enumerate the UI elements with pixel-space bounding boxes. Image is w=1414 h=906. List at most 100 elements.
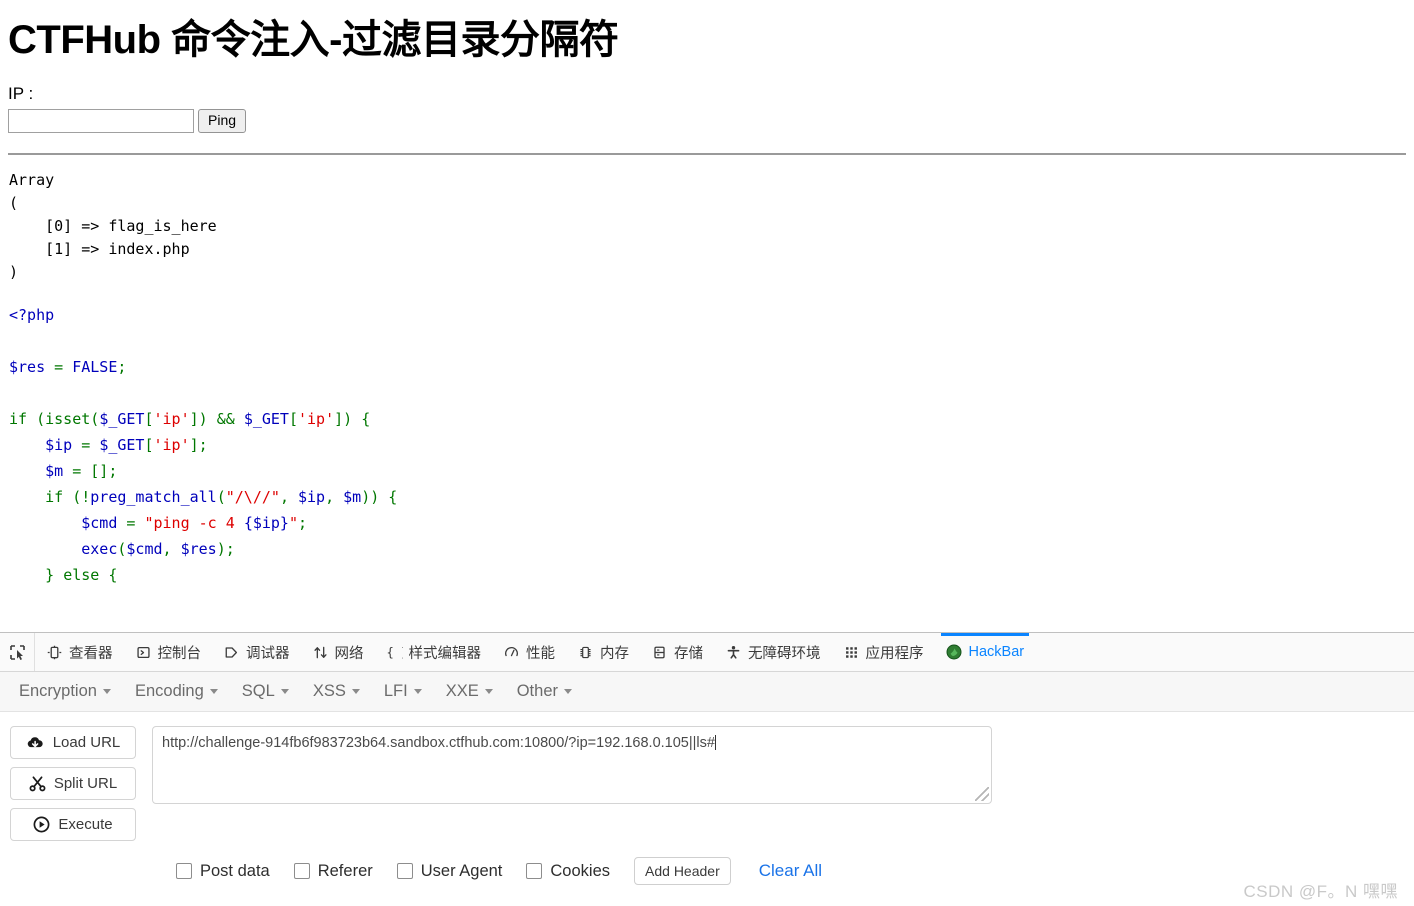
devtools-tab-label: 应用程序 xyxy=(865,645,924,662)
devtools-tab-inspector[interactable]: 查看器 xyxy=(35,633,124,671)
hackbar-icon xyxy=(946,644,963,661)
code-token: = xyxy=(72,436,100,454)
code-token: else xyxy=(63,566,100,584)
hackbar-menu-label: Other xyxy=(516,682,558,700)
code-token: {$ip} xyxy=(243,514,289,532)
devtools-tab-console[interactable]: 控制台 xyxy=(124,633,213,671)
code-token: $m xyxy=(343,488,362,506)
devtools-tab-performance[interactable]: 性能 xyxy=(492,633,566,671)
devtools-tab-label: HackBar xyxy=(968,644,1025,660)
code-token: ( xyxy=(216,488,226,506)
play-circle-icon xyxy=(33,816,50,833)
code-token: if xyxy=(9,410,37,428)
debugger-icon xyxy=(223,644,240,661)
code-token: $_GET xyxy=(99,410,145,428)
url-textarea[interactable]: http://challenge-914fb6f983723b64.sandbo… xyxy=(152,726,992,804)
chevron-down-icon xyxy=(351,689,360,694)
svg-text:{ }: { } xyxy=(386,645,402,659)
element-picker-icon xyxy=(9,644,25,660)
web-page-content: CTFHub 命令注入-过滤目录分隔符 IP : Ping Array ( [0… xyxy=(0,18,1414,588)
devtools-tab-accessibility[interactable]: 无障碍环境 xyxy=(714,633,832,671)
accessibility-icon xyxy=(725,644,742,661)
code-token: 'ip' xyxy=(153,410,190,428)
devtools-tab-storage[interactable]: 存储 xyxy=(640,633,714,671)
hackbar-menu-encryption[interactable]: Encryption xyxy=(8,678,122,705)
code-token: ; xyxy=(298,514,308,532)
checkbox-post-data[interactable]: Post data xyxy=(176,862,270,881)
hackbar-options-row: Post data Referer User Agent Cookies Add Hea… xyxy=(176,857,1414,885)
devtools-tab-style-editor[interactable]: { } 样式编辑器 xyxy=(375,633,493,671)
devtools-tab-label: 样式编辑器 xyxy=(408,645,482,662)
checkbox-referer[interactable]: Referer xyxy=(293,862,373,881)
code-token: = []; xyxy=(63,462,118,480)
hackbar-action-buttons: Load URL Split URL Execute xyxy=(10,726,136,841)
url-text: http://challenge-914fb6f983723b64.sandbo… xyxy=(162,735,715,751)
checkbox-box[interactable] xyxy=(176,863,192,879)
chevron-down-icon xyxy=(209,689,218,694)
console-icon xyxy=(135,644,152,661)
devtools-tab-label: 存储 xyxy=(674,645,703,662)
code-token: [ xyxy=(144,410,154,428)
execute-button[interactable]: Execute xyxy=(10,808,136,841)
network-icon xyxy=(312,644,329,661)
ip-input[interactable] xyxy=(8,109,194,133)
devtools-tabbar: 查看器 控制台 调试器 网络 { } 样式编辑器 性能 内存 存储 无障碍环境 应用程序 HackBa… xyxy=(0,633,1414,672)
devtools-tab-debugger[interactable]: 调试器 xyxy=(212,633,301,671)
hackbar-panel: Encryption Encoding SQL XSS LFI XXE Other Load… xyxy=(0,672,1414,885)
performance-icon xyxy=(503,644,520,661)
code-token: " xyxy=(288,514,298,532)
code-token: $cmd xyxy=(81,514,118,532)
hackbar-menu-xxe[interactable]: XXE xyxy=(435,678,504,705)
style-editor-icon: { } xyxy=(386,644,402,661)
devtools-tab-network[interactable]: 网络 xyxy=(301,633,375,671)
hackbar-menu-other[interactable]: Other xyxy=(506,678,583,705)
hackbar-menu-sql[interactable]: SQL xyxy=(231,678,300,705)
chevron-down-icon xyxy=(102,689,111,694)
page-title: CTFHub 命令注入-过滤目录分隔符 xyxy=(8,18,619,62)
code-token: <?php xyxy=(9,306,55,324)
add-header-button[interactable]: Add Header xyxy=(634,857,731,885)
code-token: , xyxy=(325,488,344,506)
checkbox-box[interactable] xyxy=(293,863,310,879)
checkbox-box[interactable] xyxy=(526,863,543,879)
hackbar-menu-label: XXE xyxy=(445,682,479,700)
clear-all-link[interactable]: Clear All xyxy=(759,861,822,881)
checkbox-label: Cookies xyxy=(550,861,611,880)
php-source-listing: <?php $res = FALSE; if (isset($_GET['ip'… xyxy=(8,302,1406,588)
code-token: exec xyxy=(81,540,118,558)
devtools-tab-application[interactable]: 应用程序 xyxy=(832,633,935,671)
hackbar-menu-xss[interactable]: XSS xyxy=(302,678,371,705)
watermark: CSDN @F。N 嘿嘿 xyxy=(1243,882,1398,901)
hackbar-menu-encoding[interactable]: Encoding xyxy=(124,678,229,705)
ip-form: Ping xyxy=(8,109,1406,133)
code-token: [ xyxy=(144,436,154,454)
devtools-tab-hackbar[interactable]: HackBar xyxy=(935,633,1036,671)
code-token: "ping -c 4 xyxy=(144,514,244,532)
code-token: FALSE xyxy=(72,358,118,376)
chevron-down-icon xyxy=(280,689,289,694)
code-token: , xyxy=(162,540,181,558)
devtools-tab-memory[interactable]: 内存 xyxy=(566,633,640,671)
code-token: ]; xyxy=(189,436,208,454)
code-token: if xyxy=(45,488,73,506)
checkbox-box[interactable] xyxy=(396,863,413,879)
element-picker-button[interactable] xyxy=(0,633,35,671)
ping-button[interactable]: Ping xyxy=(198,109,247,133)
load-url-button[interactable]: Load URL xyxy=(10,726,136,759)
split-url-button[interactable]: Split URL xyxy=(10,767,136,800)
code-token: $_GET xyxy=(243,410,289,428)
checkbox-label: Post data xyxy=(200,861,270,880)
text-caret xyxy=(714,735,716,750)
code-token: )) { xyxy=(361,488,398,506)
checkbox-user-agent[interactable]: User Agent xyxy=(396,862,502,881)
hackbar-menu-label: SQL xyxy=(241,682,275,700)
hackbar-menu-lfi[interactable]: LFI xyxy=(373,678,433,705)
code-token: $ip xyxy=(298,488,326,506)
resize-grip[interactable] xyxy=(975,787,989,801)
ip-label: IP : xyxy=(8,84,34,103)
checkbox-cookies[interactable]: Cookies xyxy=(526,862,610,881)
